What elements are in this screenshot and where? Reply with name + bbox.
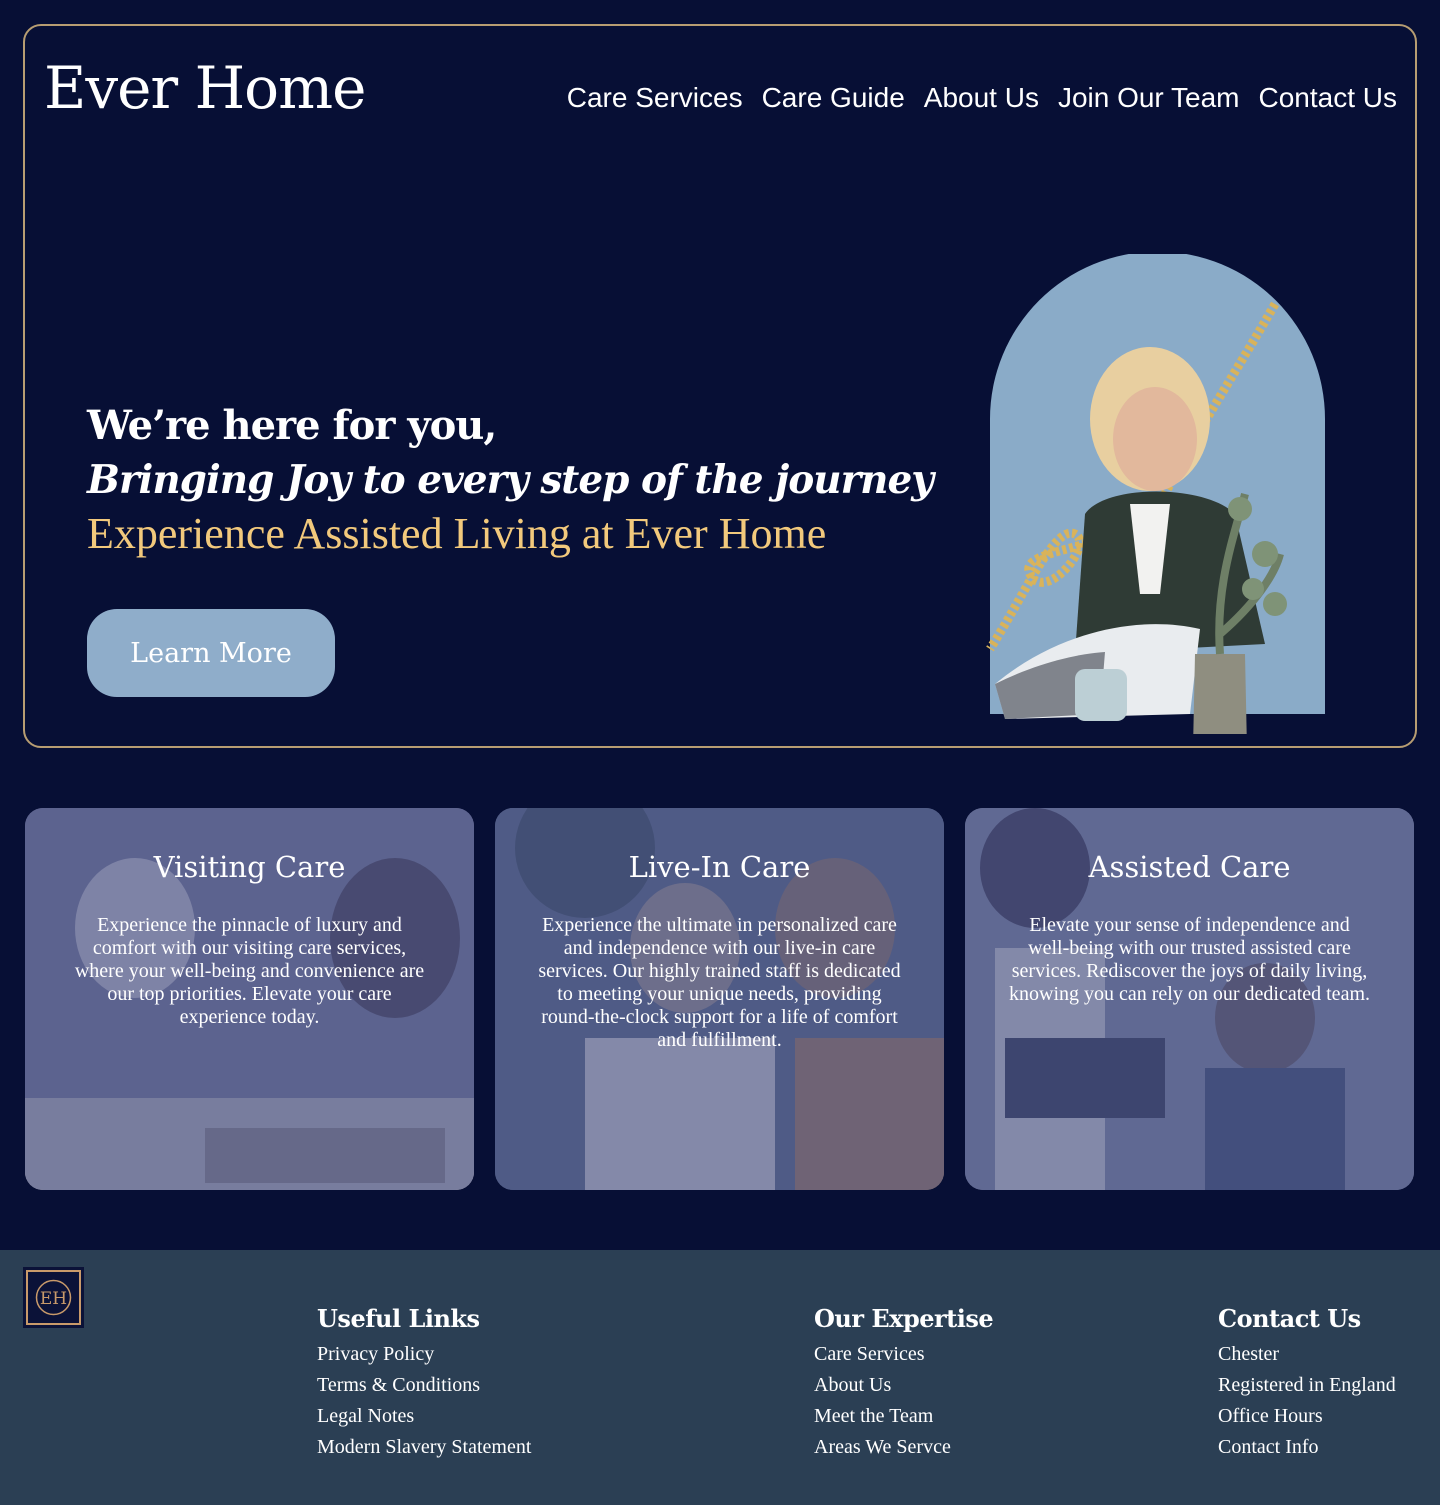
- card-text: Experience the ultimate in personalized …: [538, 914, 901, 1051]
- card-assisted-care[interactable]: Assisted Care Elevate your sense of inde…: [965, 808, 1414, 1190]
- ever-home-monogram-icon[interactable]: EH: [23, 1267, 84, 1328]
- footer-link-chester[interactable]: Chester: [1218, 1339, 1396, 1370]
- hero-line-2: Bringing Joy to every step of the journe…: [87, 457, 934, 503]
- footer-link-areas-we-serve[interactable]: Areas We Servce: [814, 1432, 993, 1463]
- card-visiting-care[interactable]: Visiting Care Experience the pinnacle of…: [25, 808, 474, 1190]
- footer-useful-links: Useful Links Privacy Policy Terms & Cond…: [317, 1304, 531, 1463]
- main-nav: Care Services Care Guide About Us Join O…: [567, 82, 1397, 114]
- footer-heading: Our Expertise: [814, 1304, 994, 1333]
- footer-link-legal-notes[interactable]: Legal Notes: [317, 1401, 531, 1432]
- monogram-text: EH: [40, 1289, 67, 1309]
- footer-link-terms[interactable]: Terms & Conditions: [317, 1370, 531, 1401]
- card-title: Live-In Care: [628, 850, 811, 884]
- hero-line-3: Experience Assisted Living at Ever Home: [87, 509, 827, 558]
- learn-more-button[interactable]: Learn More: [87, 609, 335, 697]
- footer-link-contact-info[interactable]: Contact Info: [1218, 1432, 1396, 1463]
- nav-about-us[interactable]: About Us: [924, 82, 1039, 114]
- footer-link-care-services[interactable]: Care Services: [814, 1339, 993, 1370]
- card-live-in-care[interactable]: Live-In Care Experience the ultimate in …: [495, 808, 944, 1190]
- footer-link-office-hours[interactable]: Office Hours: [1218, 1401, 1396, 1432]
- card-text: Experience the pinnacle of luxury and co…: [74, 914, 425, 1028]
- nav-contact-us[interactable]: Contact Us: [1259, 82, 1398, 114]
- nav-care-services[interactable]: Care Services: [567, 82, 743, 114]
- footer-link-meet-the-team[interactable]: Meet the Team: [814, 1401, 993, 1432]
- services-cards: Visiting Care Experience the pinnacle of…: [25, 808, 1415, 1190]
- footer-our-expertise: Our Expertise Care Services About Us Mee…: [814, 1304, 994, 1463]
- hero-headline: We’re here for you, Bringing Joy to ever…: [87, 400, 934, 560]
- footer-heading: Contact Us: [1218, 1304, 1361, 1333]
- footer-contact-us: Contact Us Chester Registered in England…: [1218, 1304, 1396, 1463]
- card-title: Visiting Care: [153, 850, 346, 884]
- hero-woman-photo-icon: [986, 254, 1325, 734]
- hero-line-1: We’re here for you,: [87, 402, 497, 449]
- footer-link-modern-slavery[interactable]: Modern Slavery Statement: [317, 1432, 531, 1463]
- footer-link-registered[interactable]: Registered in England: [1218, 1370, 1396, 1401]
- card-text: Elevate your sense of independence and w…: [1009, 914, 1370, 1005]
- footer-link-about-us[interactable]: About Us: [814, 1370, 993, 1401]
- hero-section: Ever Home Care Services Care Guide About…: [23, 24, 1417, 748]
- card-title: Assisted Care: [1088, 850, 1291, 884]
- footer-heading: Useful Links: [317, 1304, 480, 1333]
- brand-logo[interactable]: Ever Home: [44, 54, 366, 122]
- site-footer: EH Useful Links Privacy Policy Terms & C…: [0, 1250, 1440, 1505]
- footer-link-privacy-policy[interactable]: Privacy Policy: [317, 1339, 531, 1370]
- nav-join-our-team[interactable]: Join Our Team: [1058, 82, 1240, 114]
- nav-care-guide[interactable]: Care Guide: [762, 82, 905, 114]
